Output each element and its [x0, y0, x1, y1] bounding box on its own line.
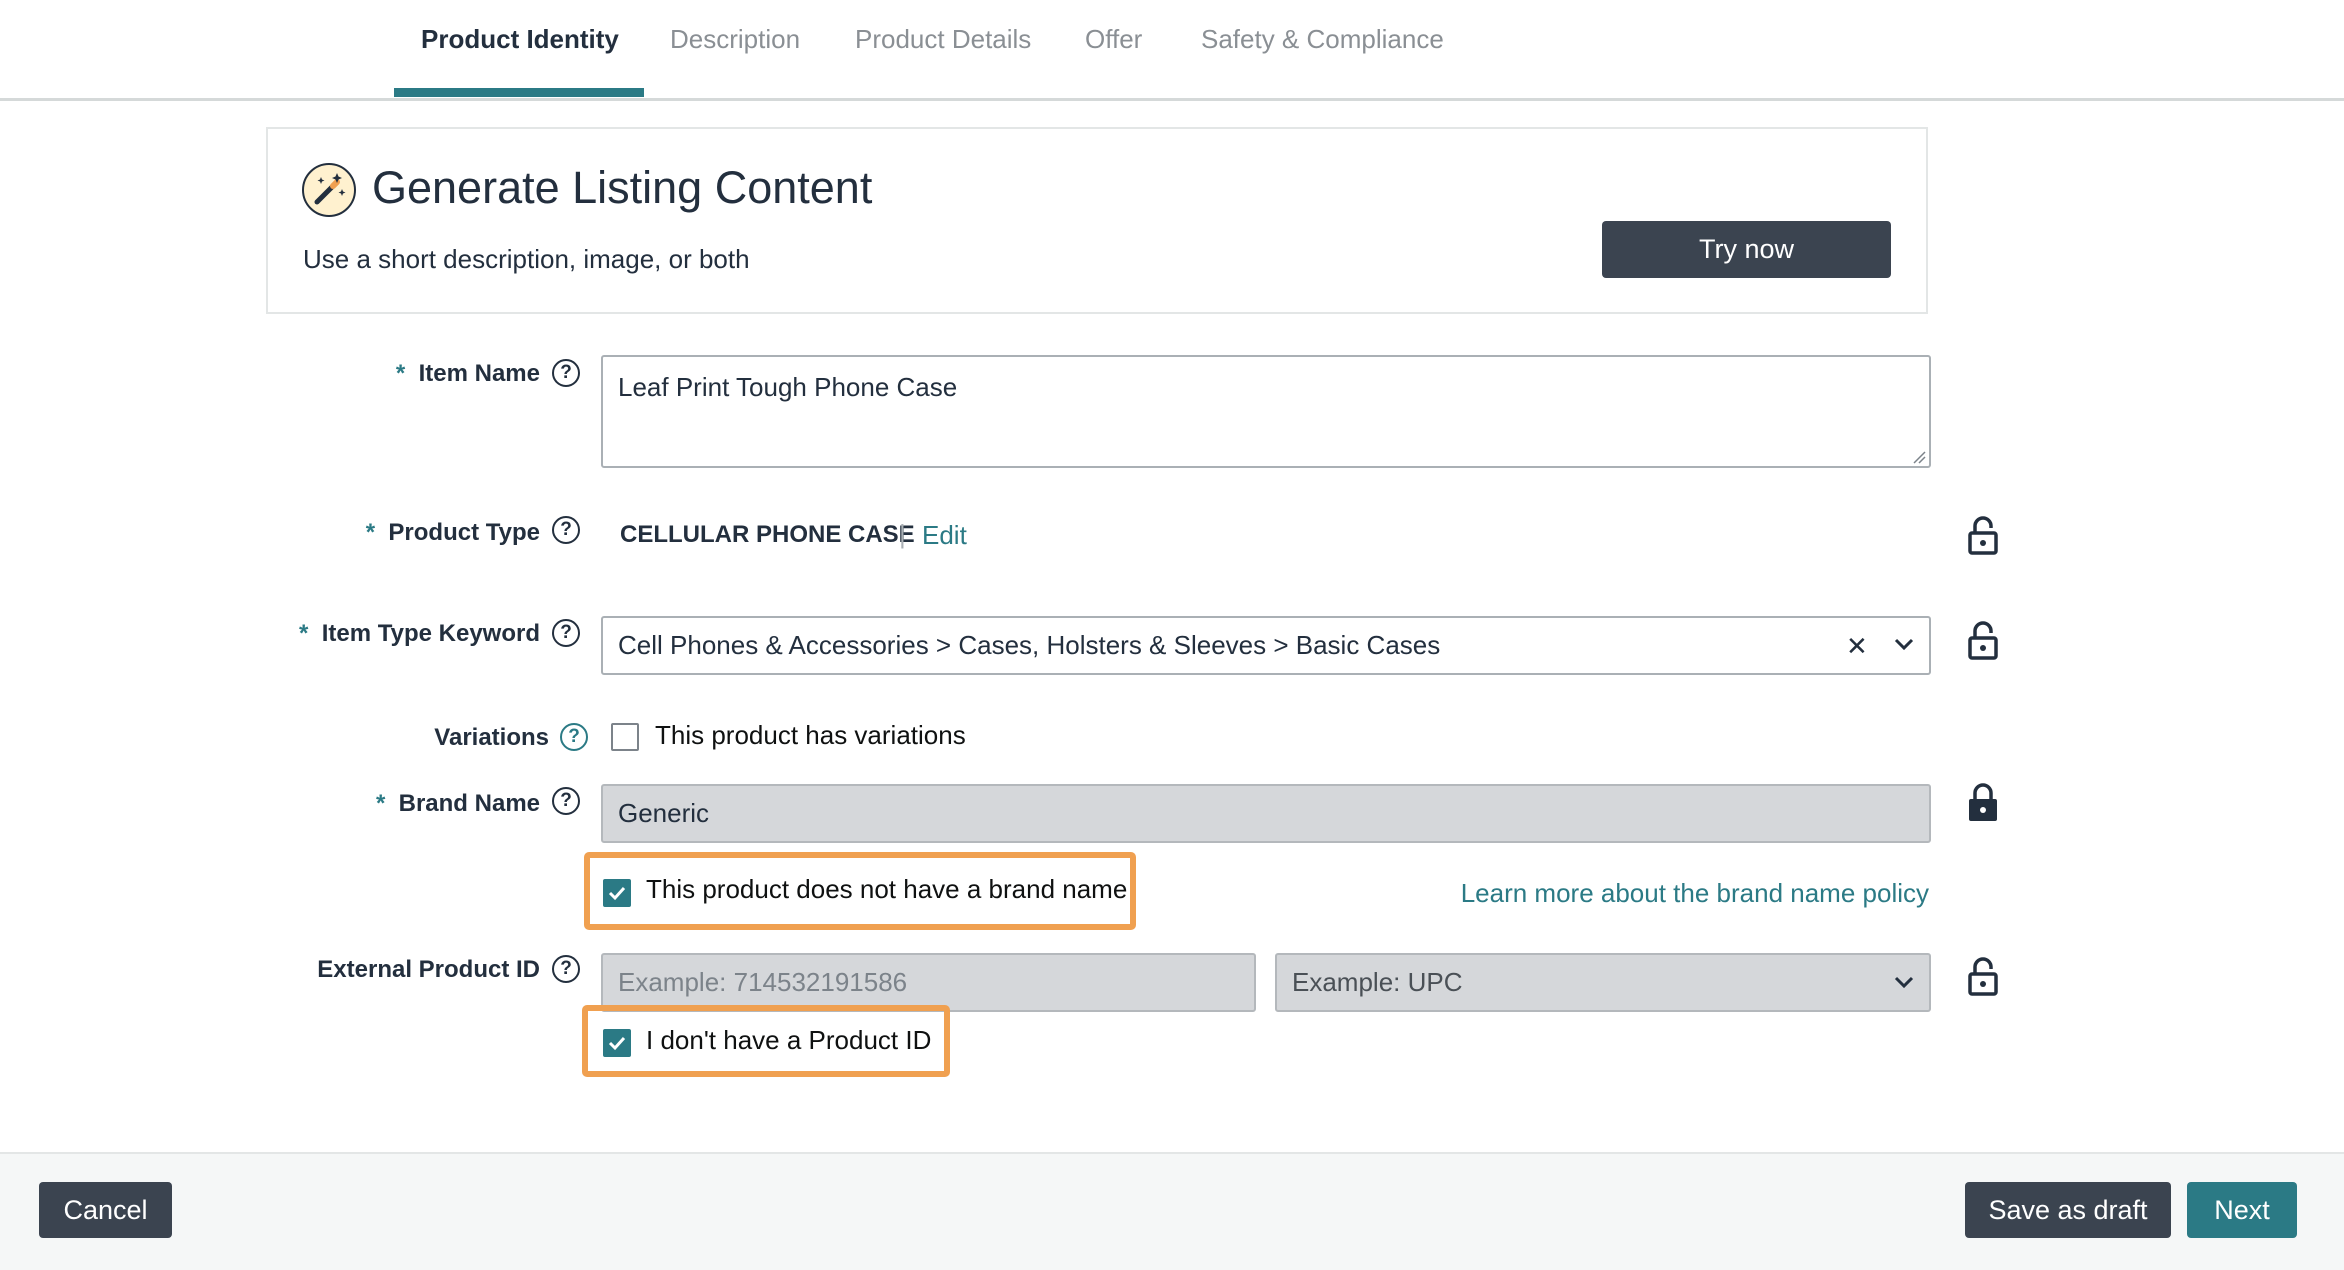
product-type-value: CELLULAR PHONE CASE — [620, 521, 915, 548]
variations-checkbox[interactable] — [611, 723, 639, 751]
magic-wand-icon — [302, 163, 356, 217]
cancel-button[interactable]: Cancel — [39, 1182, 172, 1238]
chevron-down-icon[interactable] — [1893, 636, 1915, 652]
product-type-edit-link[interactable]: Edit — [922, 520, 967, 551]
external-product-id-label: External Product ID — [317, 956, 540, 983]
tab-product-identity[interactable]: Product Identity — [421, 24, 619, 55]
tab-description[interactable]: Description — [670, 24, 800, 55]
lock-closed-icon — [1969, 783, 1997, 821]
lock-open-icon — [1968, 516, 1998, 555]
item-type-keyword-label: * Item Type Keyword — [299, 620, 540, 647]
product-id-type-select[interactable]: Example: UPC — [1275, 953, 1931, 1012]
tab-bar: Product Identity Description Product Det… — [0, 0, 2344, 101]
item-name-help-icon[interactable]: ? — [552, 359, 580, 387]
resize-handle-icon[interactable] — [1912, 450, 1926, 464]
checkmark-icon — [608, 886, 626, 901]
brand-name-label: * Brand Name — [375, 790, 540, 817]
item-type-keyword-value: Cell Phones & Accessories > Cases, Holst… — [618, 630, 1441, 660]
variations-label: Variations — [434, 724, 549, 751]
clear-icon[interactable]: ✕ — [1846, 631, 1868, 662]
tab-safety-compliance[interactable]: Safety & Compliance — [1201, 24, 1444, 55]
no-product-id-checkbox[interactable] — [603, 1029, 631, 1057]
item-name-input[interactable]: Leaf Print Tough Phone Case — [601, 355, 1931, 468]
item-type-keyword-help-icon[interactable]: ? — [552, 619, 580, 647]
no-product-id-label: I don't have a Product ID — [646, 1025, 932, 1055]
item-type-keyword-select[interactable]: Cell Phones & Accessories > Cases, Holst… — [601, 616, 1931, 675]
brand-name-input[interactable]: Generic — [601, 784, 1931, 843]
external-product-id-placeholder: Example: 714532191586 — [618, 967, 908, 997]
try-now-button[interactable]: Try now — [1602, 221, 1891, 278]
external-product-id-help-icon[interactable]: ? — [552, 955, 580, 983]
separator: | — [899, 519, 906, 549]
next-button[interactable]: Next — [2187, 1182, 2297, 1238]
lock-open-icon — [1968, 621, 1998, 660]
no-brand-label: This product does not have a brand name — [646, 874, 1128, 904]
no-brand-checkbox[interactable] — [603, 879, 631, 907]
product-type-label: * Product Type — [365, 519, 540, 546]
lock-open-icon — [1968, 957, 1998, 996]
generate-subtitle: Use a short description, image, or both — [303, 244, 750, 274]
product-type-help-icon[interactable]: ? — [552, 516, 580, 544]
generate-title: Generate Listing Content — [372, 162, 873, 213]
brand-policy-link[interactable]: Learn more about the brand name policy — [1461, 878, 1929, 909]
external-product-id-input[interactable]: Example: 714532191586 — [601, 953, 1256, 1012]
variations-checkbox-label: This product has variations — [655, 720, 966, 750]
chevron-down-icon[interactable] — [1893, 974, 1915, 990]
variations-help-icon[interactable]: ? — [560, 723, 588, 751]
item-name-label: * Item Name — [395, 360, 540, 387]
tab-product-details[interactable]: Product Details — [855, 24, 1031, 55]
product-id-type-placeholder: Example: UPC — [1292, 967, 1463, 997]
save-draft-button[interactable]: Save as draft — [1965, 1182, 2171, 1238]
active-tab-indicator — [394, 88, 644, 97]
brand-name-help-icon[interactable]: ? — [552, 787, 580, 815]
tab-offer[interactable]: Offer — [1085, 24, 1142, 55]
checkmark-icon — [608, 1036, 626, 1051]
